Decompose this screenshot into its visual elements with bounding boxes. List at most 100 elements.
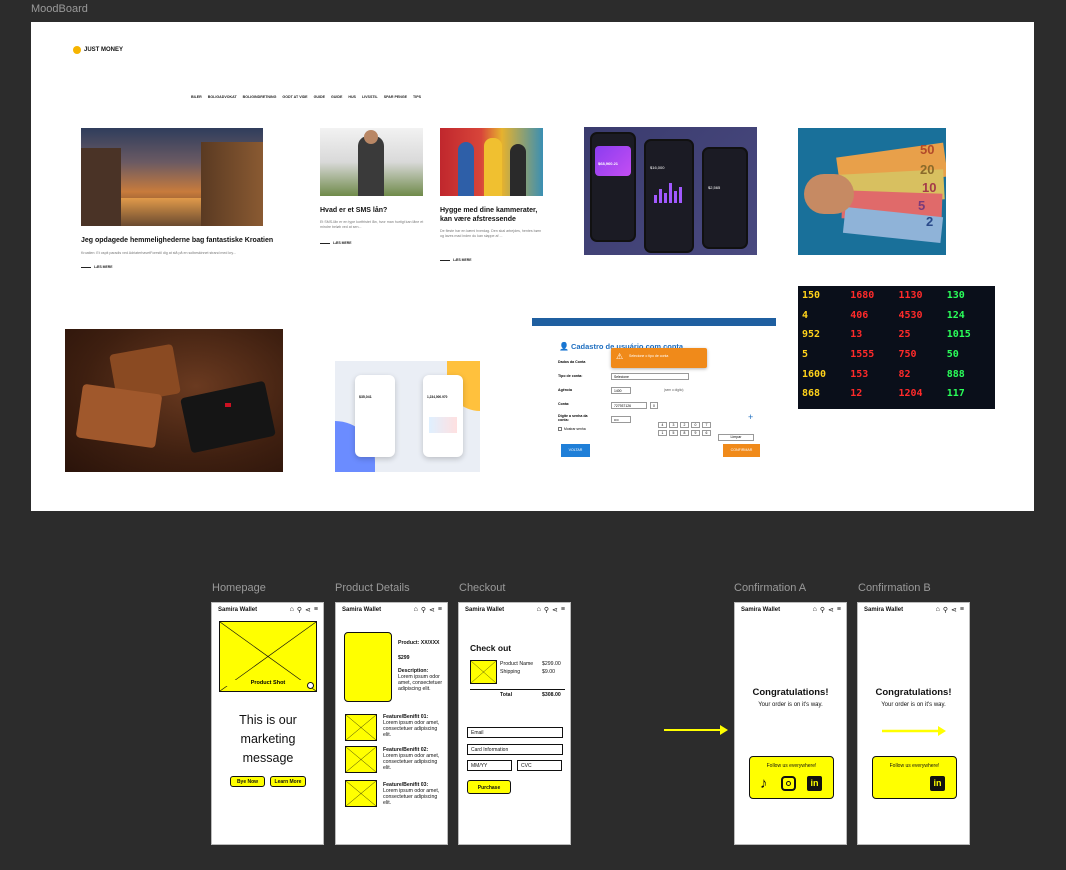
show-password[interactable]: Mostrar senha	[558, 427, 586, 431]
linkedin-icon[interactable]: in	[930, 776, 945, 791]
article-body: Et SMS-lån er en type kortfristet lån, h…	[320, 220, 424, 229]
nav-item: BOLIGADVOKAT	[207, 95, 237, 99]
zoom-icon[interactable]	[307, 682, 314, 689]
confirmation-a-frame[interactable]: Samira Wallet ⌂ ⚲ ⋖ ≡ Congratulations! Your…	[734, 602, 847, 845]
share-icon[interactable]: ⋖	[552, 606, 558, 614]
ticker-value: 1130	[898, 290, 923, 301]
frame-label-confirmation-a[interactable]: Confirmation A	[734, 582, 806, 594]
frame-label-confirmation-b[interactable]: Confirmation B	[858, 582, 931, 594]
app-name: Samira Wallet	[864, 607, 904, 613]
balance-text: $35,041	[359, 395, 372, 399]
ticker-value: 1600	[802, 368, 827, 380]
account-type-select[interactable]: Selecione	[611, 373, 689, 380]
keypad-key[interactable]: 2	[680, 422, 689, 428]
clear-button[interactable]: Limpar	[718, 434, 754, 441]
product-shot-label: Product Shot	[220, 680, 316, 686]
shipping-label: Shipping	[500, 669, 521, 675]
banking-app-mockup: $35,041 1,234,000.970	[335, 361, 480, 472]
product-name-label: Product Name	[500, 661, 534, 667]
menu-icon[interactable]: ≡	[438, 606, 442, 614]
frame-label-checkout[interactable]: Checkout	[459, 582, 505, 594]
home-icon[interactable]: ⌂	[936, 606, 940, 614]
expiry-field[interactable]: MM/YY	[467, 760, 512, 771]
ticker-value: 1204	[898, 388, 923, 400]
read-more-link: LÆS MERE	[81, 265, 112, 269]
checkout-frame[interactable]: Samira Wallet ⌂ ⚲ ⋖ ≡ Check out Product Nam…	[458, 602, 571, 845]
user-icon[interactable]: ⚲	[544, 606, 549, 614]
account-input[interactable]: 727937126	[611, 402, 647, 409]
learn-more-button[interactable]: Learn More	[270, 776, 306, 787]
email-field[interactable]: Email	[467, 727, 563, 738]
home-icon[interactable]: ⌂	[813, 606, 817, 614]
product-thumbnail	[470, 660, 497, 684]
share-icon[interactable]: ⋖	[951, 606, 957, 614]
digit-input[interactable]: 0	[650, 402, 658, 409]
user-icon[interactable]: ⚲	[297, 606, 302, 614]
share-icon[interactable]: ⋖	[828, 606, 834, 614]
total-price: $308.00	[542, 692, 561, 698]
confirmation-b-frame[interactable]: Samira Wallet ⌂ ⚲ ⋖ ≡ Congratulations! Your…	[857, 602, 970, 845]
user-icon[interactable]: ⚲	[943, 606, 948, 614]
cvc-field[interactable]: CVC	[517, 760, 562, 771]
user-icon[interactable]: ⚲	[820, 606, 825, 614]
note-value: 5	[918, 198, 926, 213]
moodboard-label[interactable]: MoodBoard	[31, 3, 88, 15]
nav-item: GUIDE	[313, 95, 325, 99]
logo-text: JUST MONEY	[84, 47, 124, 53]
purchase-button[interactable]: Purchase	[467, 780, 511, 794]
home-icon[interactable]: ⌂	[537, 606, 541, 614]
blog-nav: BILER BOLIGADVOKAT BOLIGINDRETNING GODT …	[191, 95, 421, 99]
menu-icon[interactable]: ≡	[314, 606, 318, 614]
keypad-key[interactable]: 7	[702, 422, 711, 428]
note-value: 2	[926, 214, 934, 229]
keypad-key[interactable]: 4	[658, 422, 667, 428]
header-icons: ⌂ ⚲ ⋖ ≡	[537, 606, 565, 614]
frame-label-homepage[interactable]: Homepage	[212, 582, 266, 594]
plus-icon[interactable]: +	[748, 412, 753, 422]
form-label: Tipo de conta:	[558, 374, 583, 378]
homepage-frame[interactable]: Samira Wallet ⌂ ⚲ ⋖ ≡ Product Shot This is …	[211, 602, 324, 845]
menu-icon[interactable]: ≡	[960, 606, 964, 614]
linkedin-icon[interactable]: in	[807, 776, 822, 791]
moodboard-frame[interactable]: JUST MONEY BILER BOLIGADVOKAT BOLIGINDRE…	[31, 22, 1034, 511]
buy-now-button[interactable]: Bye Now	[230, 776, 265, 787]
tiktok-icon[interactable]: ♪	[760, 775, 768, 792]
ticker-value: 1015	[946, 329, 971, 341]
ticker-value: 1680	[850, 290, 875, 301]
share-icon[interactable]: ⋖	[305, 606, 311, 614]
keypad-key[interactable]: 5	[669, 430, 678, 436]
confirm-button[interactable]: CONFIRMAR	[723, 444, 760, 457]
keypad-key[interactable]: 8	[680, 430, 689, 436]
follow-text: Follow us everywhere!	[766, 763, 817, 769]
total-label: Total	[500, 692, 513, 698]
user-icon[interactable]: ⚲	[421, 606, 426, 614]
menu-icon[interactable]: ≡	[561, 606, 565, 614]
keypad-key[interactable]: 3	[669, 422, 678, 428]
alert-text: Selecione o tipo de conta	[629, 354, 669, 358]
checkbox[interactable]	[558, 427, 562, 431]
frame-label-product-details[interactable]: Product Details	[335, 582, 410, 594]
agency-input[interactable]: 1400	[611, 387, 631, 394]
product-name: Product: XX/XXX	[398, 640, 446, 646]
home-icon[interactable]: ⌂	[414, 606, 418, 614]
card-info-field[interactable]: Card Information	[467, 744, 563, 755]
keypad-key[interactable]: 1	[658, 430, 667, 436]
home-icon[interactable]: ⌂	[290, 606, 294, 614]
app-name: Samira Wallet	[342, 607, 382, 613]
back-button[interactable]: VOLTAR	[561, 444, 590, 457]
product-details-frame[interactable]: Samira Wallet ⌂ ⚲ ⋖ ≡ Product: XX/XXX $299 …	[335, 602, 448, 845]
note-value: 20	[920, 162, 935, 177]
ticker-value: 50	[946, 348, 959, 360]
keypad-key[interactable]: 0	[691, 422, 700, 428]
feature-image	[345, 780, 377, 807]
social-box: Follow us everywhere! ♪ in	[749, 756, 834, 799]
share-icon[interactable]: ⋖	[429, 606, 435, 614]
article-body: De fleste har en kæmi hverdag. Den skal …	[440, 229, 542, 238]
password-input[interactable]: ••••	[611, 416, 631, 423]
instagram-icon[interactable]	[781, 776, 796, 791]
keypad-key[interactable]: 6	[702, 430, 711, 436]
divider	[470, 689, 565, 690]
keypad-key[interactable]: 9	[691, 430, 700, 436]
menu-icon[interactable]: ≡	[837, 606, 841, 614]
product-name-text: Product: XX/XXX	[398, 640, 440, 646]
